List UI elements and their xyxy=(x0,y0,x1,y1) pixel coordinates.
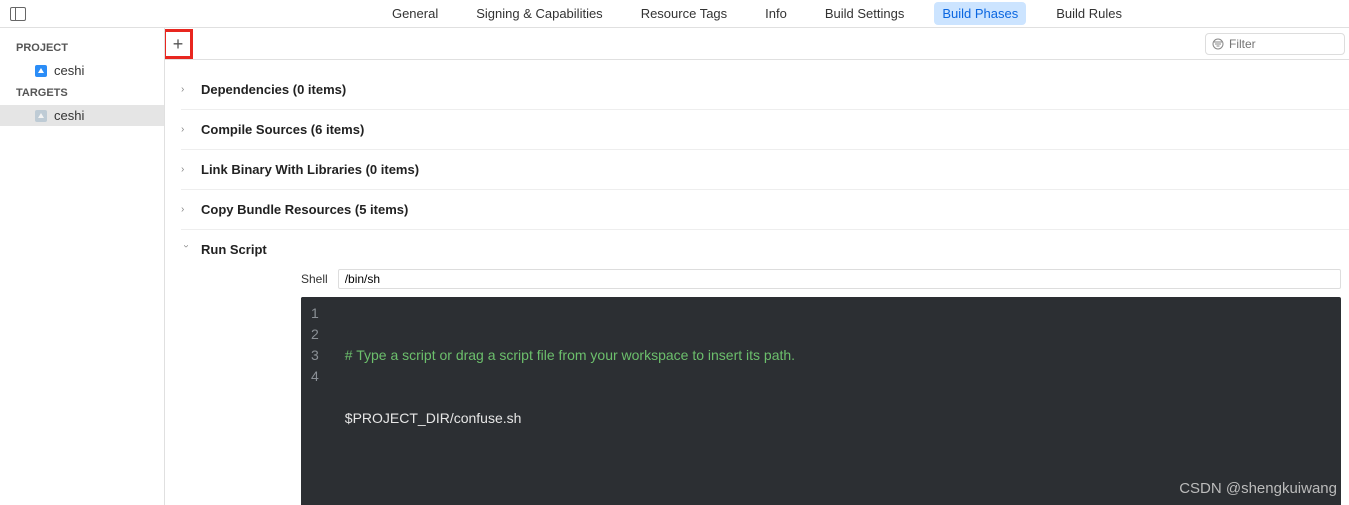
chevron-right-icon[interactable]: › xyxy=(181,124,191,135)
tab-build-phases[interactable]: Build Phases xyxy=(934,2,1026,25)
run-script-content: Shell 1 2 3 4 # Type a script or drag a … xyxy=(181,269,1349,505)
project-sidebar: PROJECT ceshi TARGETS ceshi xyxy=(0,28,165,505)
tab-info[interactable]: Info xyxy=(757,2,795,25)
chevron-right-icon[interactable]: › xyxy=(181,84,191,95)
phase-run-script[interactable]: › Run Script xyxy=(181,229,1349,269)
tab-resource-tags[interactable]: Resource Tags xyxy=(633,2,735,25)
line-num: 3 xyxy=(311,345,319,366)
phase-dependencies[interactable]: › Dependencies (0 items) xyxy=(181,70,1349,109)
phase-copy-bundle[interactable]: › Copy Bundle Resources (5 items) xyxy=(181,189,1349,229)
filter-input[interactable] xyxy=(1229,37,1338,51)
script-code[interactable]: # Type a script or drag a script file fr… xyxy=(335,297,1341,505)
line-num: 4 xyxy=(311,366,319,387)
shell-input[interactable] xyxy=(338,269,1341,289)
script-editor[interactable]: 1 2 3 4 # Type a script or drag a script… xyxy=(301,297,1341,505)
project-item[interactable]: ceshi xyxy=(0,60,164,81)
shell-row: Shell xyxy=(301,269,1341,289)
chevron-right-icon[interactable]: › xyxy=(181,164,191,175)
phase-title: Compile Sources (6 items) xyxy=(201,122,364,137)
targets-section-label: TARGETS xyxy=(0,81,164,105)
chevron-right-icon[interactable]: › xyxy=(181,204,191,215)
project-section-label: PROJECT xyxy=(0,36,164,60)
line-gutter: 1 2 3 4 xyxy=(301,297,335,505)
sidebar-toggle-area xyxy=(10,7,165,21)
plus-icon: + xyxy=(173,35,184,53)
line-num: 1 xyxy=(311,303,319,324)
shell-label: Shell xyxy=(301,272,328,286)
code-line: $PROJECT_DIR/confuse.sh xyxy=(345,408,1331,429)
target-item[interactable]: ceshi xyxy=(0,105,164,126)
phase-title: Link Binary With Libraries (0 items) xyxy=(201,162,419,177)
target-name: ceshi xyxy=(54,108,84,123)
filter-box[interactable] xyxy=(1205,33,1345,55)
add-phase-button[interactable]: + xyxy=(165,29,193,59)
tab-general[interactable]: General xyxy=(384,2,446,25)
build-phases-toolbar: + xyxy=(165,28,1349,60)
target-icon xyxy=(34,109,48,123)
code-line xyxy=(345,471,1331,492)
chevron-down-icon[interactable]: › xyxy=(181,245,192,255)
editor-tabs: General Signing & Capabilities Resource … xyxy=(0,0,1349,28)
line-num: 2 xyxy=(311,324,319,345)
tab-build-rules[interactable]: Build Rules xyxy=(1048,2,1130,25)
phase-compile-sources[interactable]: › Compile Sources (6 items) xyxy=(181,109,1349,149)
code-line: # Type a script or drag a script file fr… xyxy=(345,345,1331,366)
phase-link-binary[interactable]: › Link Binary With Libraries (0 items) xyxy=(181,149,1349,189)
tab-build-settings[interactable]: Build Settings xyxy=(817,2,913,25)
phase-title: Copy Bundle Resources (5 items) xyxy=(201,202,408,217)
project-icon xyxy=(34,64,48,78)
build-phases-list: › Dependencies (0 items) › Compile Sourc… xyxy=(165,60,1349,505)
filter-icon xyxy=(1212,38,1224,50)
tab-signing[interactable]: Signing & Capabilities xyxy=(468,2,610,25)
project-name: ceshi xyxy=(54,63,84,78)
phase-title: Dependencies (0 items) xyxy=(201,82,346,97)
sidebar-toggle-icon[interactable] xyxy=(10,7,26,21)
phase-title: Run Script xyxy=(201,242,267,257)
tabs-center: General Signing & Capabilities Resource … xyxy=(165,2,1349,25)
